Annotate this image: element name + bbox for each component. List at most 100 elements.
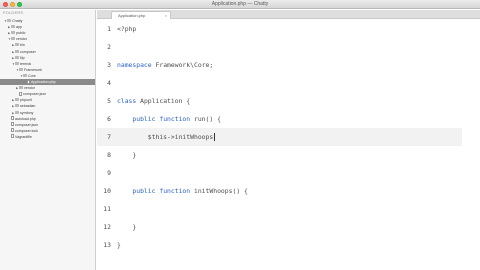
folder-icon bbox=[15, 110, 19, 114]
line-number: 13 bbox=[103, 241, 111, 249]
code-line[interactable]: 5 class Application { bbox=[97, 92, 462, 110]
folder-icon bbox=[15, 104, 19, 108]
code-text: $this->initWhoops bbox=[147, 133, 214, 141]
sidebar-item-label: vendor bbox=[16, 37, 27, 42]
sidebar-file[interactable]: composer.json bbox=[0, 122, 95, 128]
line-number: 6 bbox=[107, 115, 111, 123]
file-icon bbox=[11, 128, 14, 133]
line-number: 11 bbox=[103, 205, 111, 213]
sidebar-folder[interactable]: ▶ sebastian bbox=[0, 103, 95, 109]
sidebar-item-label: symfony bbox=[20, 110, 34, 115]
code-line[interactable]: 6 public function run() { bbox=[97, 110, 462, 128]
code-line[interactable]: 9 bbox=[97, 164, 462, 182]
code-editor[interactable]: 1 <?php 2 3 namespace Framework\Core; 4 5 class… bbox=[97, 20, 480, 270]
sidebar: FOLDERS ▼ Chatty ▶ app ▶ public ▼ vendor ▶ bin ▶ co… bbox=[0, 10, 96, 270]
code-text: } bbox=[132, 151, 137, 159]
sidebar-item-label: Core bbox=[28, 73, 36, 78]
sidebar-folder[interactable]: ▶ composer bbox=[0, 49, 95, 55]
folders-header: FOLDERS bbox=[3, 10, 24, 15]
code-text: public function initWhoops() { bbox=[132, 187, 248, 195]
code-line[interactable]: 2 bbox=[97, 38, 462, 56]
sidebar-item-label: app bbox=[16, 25, 22, 30]
sidebar-item-label: composer.json bbox=[15, 122, 39, 127]
sidebar-item-label: phpunit bbox=[20, 98, 32, 103]
sidebar-file[interactable]: composer.lock bbox=[0, 128, 95, 134]
sidebar-item-label: composer bbox=[20, 49, 36, 54]
sidebar-item-label: Application.php bbox=[31, 80, 56, 84]
sidebar-item-label: filp bbox=[20, 55, 25, 60]
sidebar-item-label: vendor bbox=[24, 86, 35, 91]
code-text: <?php bbox=[117, 25, 137, 33]
sidebar-item-label: Chatty bbox=[12, 19, 23, 23]
sidebar-folder[interactable]: ▶ phpunit bbox=[0, 97, 95, 103]
file-icon bbox=[11, 122, 14, 127]
line-number: 12 bbox=[103, 223, 111, 231]
sidebar-item-label: Vagrantfile bbox=[15, 134, 32, 139]
sidebar-folder[interactable]: ▶ app bbox=[0, 24, 95, 30]
sidebar-file[interactable]: Vagrantfile bbox=[0, 134, 95, 140]
sidebar-item-label: composer.json bbox=[23, 92, 47, 97]
sidebar-folder[interactable]: ▼ Chatty bbox=[0, 18, 95, 24]
sidebar-file[interactable]: composer.json bbox=[0, 91, 95, 97]
tab-close-icon[interactable]: × bbox=[165, 12, 167, 19]
sidebar-item-label: bin bbox=[20, 43, 25, 48]
code-line[interactable]: 3 namespace Framework\Core; bbox=[97, 56, 462, 74]
folder-icon bbox=[15, 49, 19, 53]
code-text: } bbox=[132, 223, 137, 231]
line-number: 9 bbox=[107, 169, 111, 177]
code-line[interactable]: 10 public function initWhoops() { bbox=[97, 182, 462, 200]
sidebar-folder[interactable]: ▶ symfony bbox=[0, 110, 95, 116]
code-line[interactable]: 1 <?php bbox=[97, 20, 462, 38]
code-line[interactable]: 11 bbox=[97, 200, 462, 218]
sidebar-folder[interactable]: ▼ Framework bbox=[0, 67, 95, 73]
sidebar-folder[interactable]: ▶ vendor bbox=[0, 85, 95, 91]
tab-application-php[interactable]: Application.php × bbox=[111, 11, 171, 19]
sidebar-item-label: composer.lock bbox=[15, 128, 38, 133]
sidebar-item-label: public bbox=[16, 31, 26, 36]
code-text: namespace Framework\Core; bbox=[117, 61, 214, 69]
file-icon bbox=[19, 91, 22, 96]
sidebar-folder[interactable]: ▼ tererok bbox=[0, 61, 95, 67]
file-icon bbox=[27, 79, 30, 84]
folder-icon bbox=[19, 86, 23, 90]
line-number: 1 bbox=[107, 25, 111, 33]
line-number: 4 bbox=[107, 79, 111, 87]
sidebar-folder[interactable]: ▶ filp bbox=[0, 55, 95, 61]
window-title: Application.php — Chatty bbox=[211, 1, 269, 7]
line-number: 5 bbox=[107, 97, 111, 105]
folder-icon bbox=[7, 19, 11, 23]
text-cursor bbox=[213, 133, 215, 141]
folder-icon bbox=[23, 73, 27, 77]
line-number: 7 bbox=[107, 133, 111, 141]
line-number: 8 bbox=[107, 151, 111, 159]
folder-icon bbox=[15, 98, 19, 102]
line-number: 2 bbox=[107, 43, 111, 51]
folder-icon bbox=[15, 55, 19, 59]
code-text: public function run() { bbox=[132, 115, 221, 123]
file-icon bbox=[11, 116, 14, 121]
sidebar-folder[interactable]: ▼ Core bbox=[0, 73, 95, 79]
code-line[interactable]: 13} bbox=[97, 236, 462, 254]
code-line[interactable]: 4 bbox=[97, 74, 462, 92]
folder-icon bbox=[11, 31, 15, 35]
sidebar-folder[interactable]: ▶ bin bbox=[0, 42, 95, 48]
line-number: 3 bbox=[107, 61, 111, 69]
file-icon bbox=[11, 134, 14, 139]
sidebar-file[interactable]: Application.php bbox=[0, 79, 95, 85]
sidebar-folder[interactable]: ▶ public bbox=[0, 30, 95, 36]
folder-icon bbox=[15, 43, 19, 47]
folder-icon bbox=[19, 67, 23, 71]
code-text: } bbox=[117, 241, 121, 249]
sidebar-item-label: sebastian bbox=[20, 104, 36, 109]
sidebar-file[interactable]: autoload.php bbox=[0, 116, 95, 122]
sidebar-item-label: autoload.php bbox=[15, 116, 36, 121]
code-line[interactable]: 12 } bbox=[97, 218, 462, 236]
code-line[interactable]: 7 $this->initWhoops bbox=[97, 128, 462, 146]
sidebar-folder[interactable]: ▼ vendor bbox=[0, 36, 95, 42]
tab-bar: Application.php × bbox=[97, 10, 480, 19]
code-text: class Application { bbox=[117, 97, 191, 105]
tab-label: Application.php bbox=[118, 13, 146, 18]
code-line[interactable]: 8 } bbox=[97, 146, 462, 164]
line-number: 10 bbox=[103, 187, 111, 195]
sidebar-item-label: tererok bbox=[20, 61, 32, 66]
